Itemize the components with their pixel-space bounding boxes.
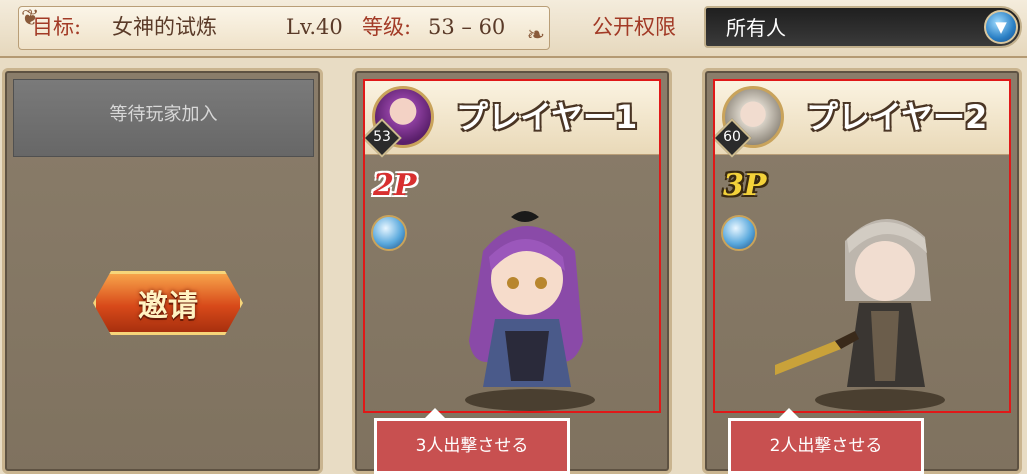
slot-tag: 3P <box>723 168 767 203</box>
water-orb-icon <box>721 215 757 251</box>
top-bar: ❦ ❧ 目标: 女神的试炼 Lv.40 等级: 53 – 60 公开权限 所有人… <box>0 0 1027 58</box>
sortie-tooltip: 3人出撃させる <box>374 408 570 474</box>
empty-slot-panel: 等待玩家加入 邀请 <box>2 68 323 474</box>
target-name: 女神的试炼 <box>112 15 217 39</box>
slot-tag: 2P <box>373 168 417 203</box>
water-orb-icon <box>371 215 407 251</box>
grade-label: 等级: <box>362 15 412 39</box>
waiting-banner: 等待玩家加入 <box>13 79 314 157</box>
character-sprite[interactable] <box>775 191 975 411</box>
quest-level: Lv.40 <box>286 15 343 39</box>
access-label: 公开权限 <box>592 15 676 39</box>
character-illustration <box>775 218 931 387</box>
invite-label: 邀请 <box>138 289 198 324</box>
waiting-text: 等待玩家加入 <box>109 104 218 125</box>
grade-range: 53 – 60 <box>428 15 506 39</box>
flourish-ornament-icon: ❧ <box>526 23 545 48</box>
access-selected-value: 所有人 <box>726 16 786 40</box>
tooltip-text: 2人出撃させる <box>769 436 883 456</box>
tooltip-text: 3人出撃させる <box>415 436 529 456</box>
player-slot-panel: 53 プレイヤー1 2P <box>352 68 672 474</box>
player-slot-panel: 60 プレイヤー2 3P <box>702 68 1022 474</box>
chevron-down-icon[interactable]: ▼ <box>984 10 1018 44</box>
invite-button[interactable]: 邀请 <box>93 271 243 335</box>
character-sprite[interactable] <box>425 191 625 411</box>
target-label: 目标: <box>32 15 82 39</box>
sortie-tooltip: 2人出撃させる <box>728 408 924 474</box>
access-dropdown[interactable]: 所有人 ▼ <box>704 6 1022 48</box>
character-illustration <box>469 211 583 387</box>
